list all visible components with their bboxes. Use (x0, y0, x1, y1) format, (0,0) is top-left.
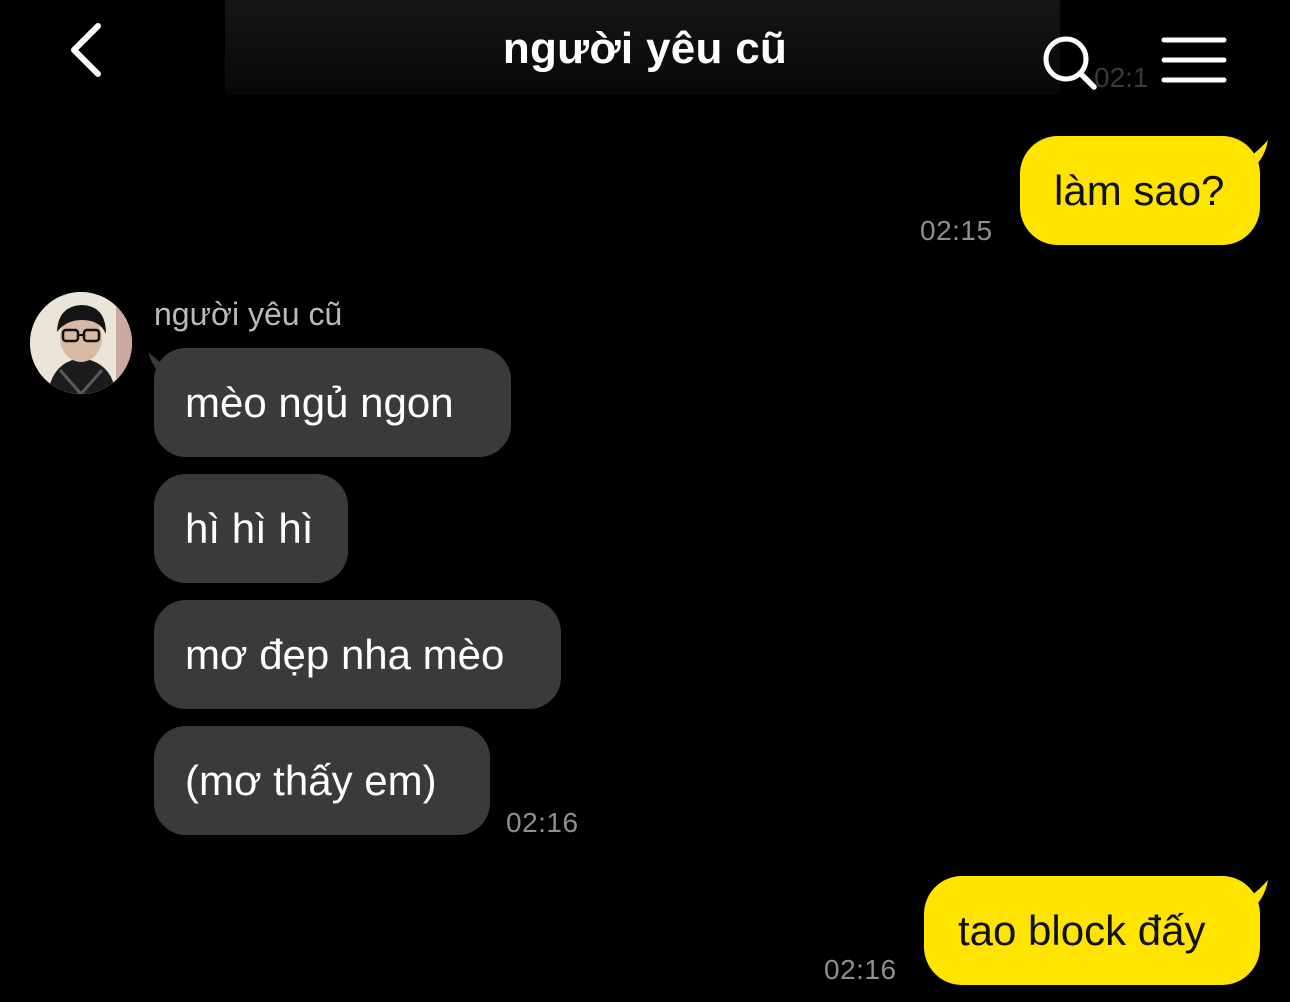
message-text: mèo ngủ ngon (185, 378, 454, 426)
sender-name: người yêu cũ (154, 296, 343, 332)
back-button[interactable] (56, 18, 120, 82)
message-bubble-outgoing[interactable]: làm sao? (1020, 136, 1260, 245)
message-bubble-outgoing[interactable]: tao block đấy (924, 876, 1260, 985)
search-icon (1043, 36, 1097, 90)
message-bubble-incoming[interactable]: (mơ thấy em) (154, 726, 490, 835)
message-bubble-incoming[interactable]: mèo ngủ ngon (154, 348, 511, 457)
search-button[interactable] (1036, 32, 1102, 94)
message-text: tao block đấy (958, 906, 1206, 954)
message-timestamp: 02:16 (506, 807, 579, 838)
avatar[interactable] (30, 292, 132, 394)
avatar-image (30, 292, 132, 394)
message-bubble-incoming[interactable]: hì hì hì (154, 474, 348, 583)
message-text: hì hì hì (185, 504, 314, 552)
header-background (225, 0, 1060, 95)
faded-timestamp: 02:1 (1094, 62, 1149, 93)
menu-button[interactable] (1160, 34, 1230, 88)
message-timestamp: 02:16 (824, 954, 897, 985)
message-text: làm sao? (1054, 166, 1225, 214)
message-text: (mơ thấy em) (185, 756, 437, 804)
message-timestamp: 02:15 (920, 215, 993, 246)
message-text: mơ đẹp nha mèo (185, 630, 505, 678)
message-bubble-incoming[interactable]: mơ đẹp nha mèo (154, 600, 561, 709)
chevron-left-icon (71, 23, 101, 77)
hamburger-menu-icon (1161, 37, 1227, 83)
chat-header: người yêu cũ 02:1 (0, 0, 1290, 100)
